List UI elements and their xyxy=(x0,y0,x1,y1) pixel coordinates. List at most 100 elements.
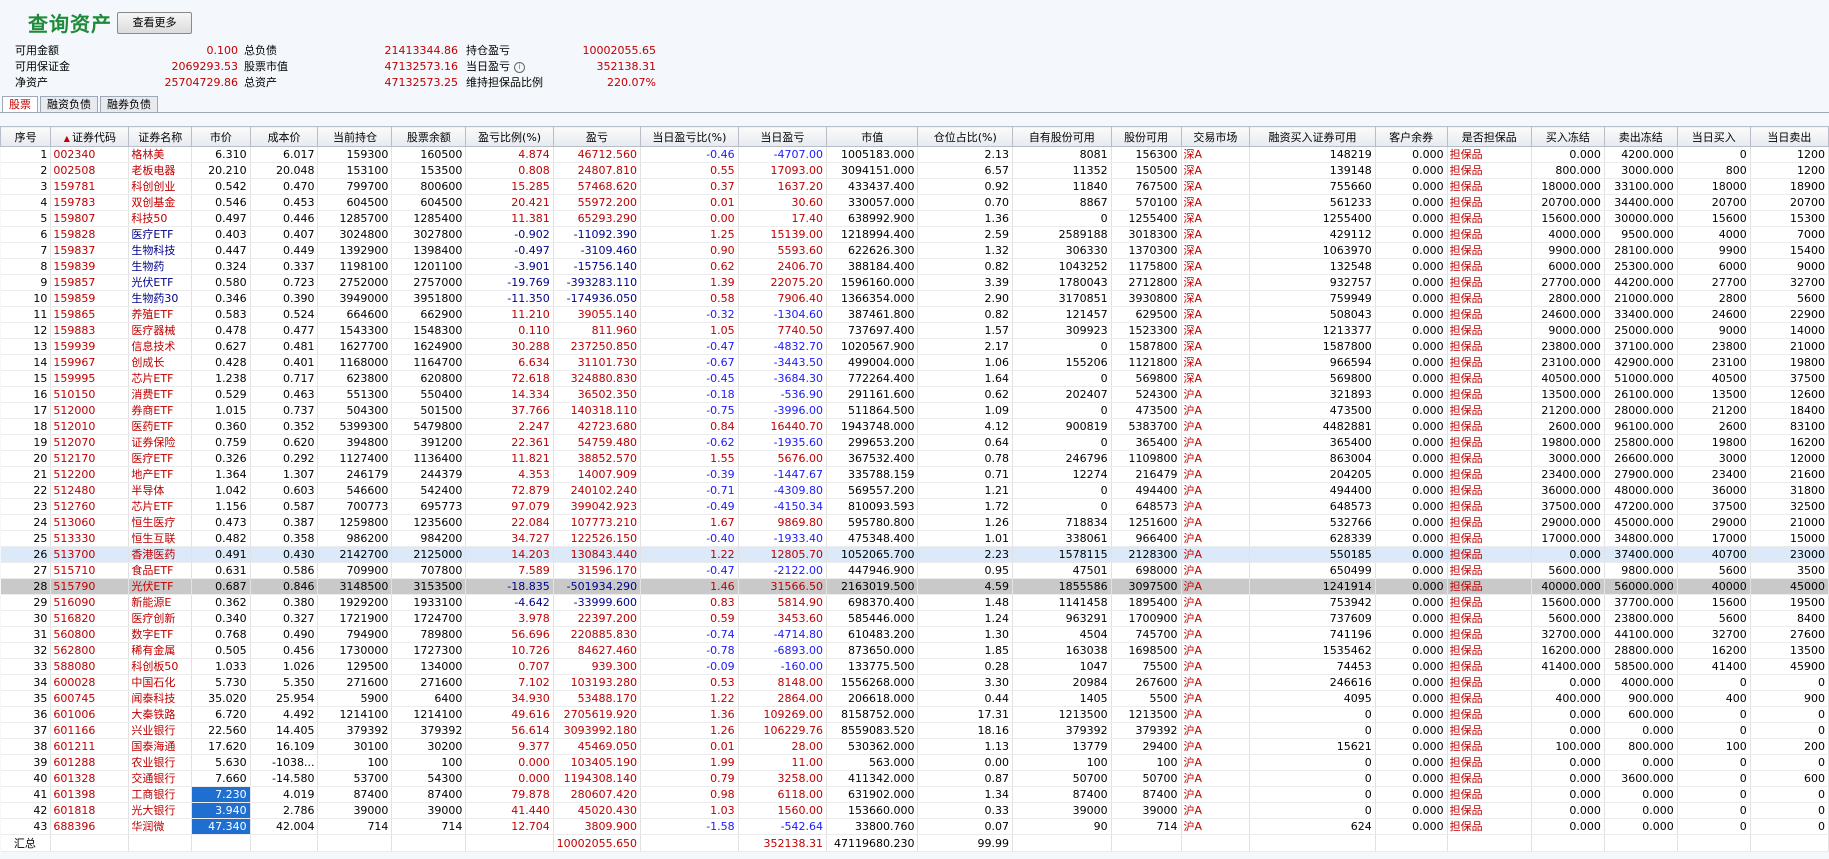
cell-股份可用: 648573 xyxy=(1111,498,1182,515)
table-row[interactable]: 12 159883 医疗器械 0.478 0.477 1543300 1548300 0.11… xyxy=(0,322,1829,339)
table-row[interactable]: 1 002340 格林美 6.310 6.017 159300 160500 4.874 467… xyxy=(0,146,1829,163)
cell-股份可用: 267600 xyxy=(1111,674,1182,691)
cell-成本价: 0.327 xyxy=(250,610,319,627)
column-header[interactable]: 客户余券 xyxy=(1374,126,1448,147)
table-row[interactable]: 6 159828 医疗ETF 0.403 0.407 3024800 3027800 -0.9… xyxy=(0,226,1829,243)
column-header[interactable]: 当日买入 xyxy=(1676,126,1751,147)
view-more-button[interactable]: 查看更多 xyxy=(117,12,192,34)
table-row[interactable]: 35 600745 闻泰科技 35.020 25.954 5900 6400 34.930 53… xyxy=(0,690,1829,707)
table-row[interactable]: 10 159859 生物药30 0.346 0.390 3949000 3951800 -11… xyxy=(0,290,1829,307)
column-header[interactable]: 股票余额 xyxy=(391,126,467,147)
table-row[interactable]: 26 513700 香港医药 0.491 0.430 2142700 2125000 14.2… xyxy=(0,546,1829,563)
table-row[interactable]: 41 601398 工商银行 7.230 4.019 87400 87400 79.878 28… xyxy=(0,786,1829,803)
table-row[interactable]: 7 159837 生物科技 0.447 0.449 1392900 1398400 -0.49… xyxy=(0,242,1829,259)
table-row[interactable]: 43 688396 华润微 47.340 42.004 714 714 12.704 3809.… xyxy=(0,818,1829,835)
table-row[interactable]: 18 512010 医药ETF 0.360 0.352 5399300 5479800 2.2… xyxy=(0,418,1829,435)
table-row[interactable]: 9 159857 光伏ETF 0.580 0.723 2752000 2757000 -19.… xyxy=(0,274,1829,291)
column-header[interactable]: 卖出冻结 xyxy=(1603,126,1678,147)
column-header[interactable]: 仓位占比(%) xyxy=(917,126,1013,147)
table-row[interactable]: 30 516820 医疗创新 0.340 0.327 1721900 1724700 3.97… xyxy=(0,610,1829,627)
cell-市值: 810093.593 xyxy=(826,498,919,515)
tab-1[interactable]: 融资负债 xyxy=(40,96,98,112)
column-header[interactable]: 当日卖出 xyxy=(1749,126,1829,147)
table-row[interactable]: 28 515790 光伏ETF 0.687 0.846 3148500 3153500 -18… xyxy=(0,578,1829,595)
cell-是否担保品: 担保品 xyxy=(1447,594,1532,611)
table-row[interactable]: 38 601211 国泰海通 17.620 16.109 30100 30200 9.377 4… xyxy=(0,738,1829,755)
cell-当日卖出: 32700 xyxy=(1750,274,1829,291)
table-row[interactable]: 37 601166 兴业银行 22.560 14.405 379392 379392 56.6… xyxy=(0,722,1829,739)
cell-融资买入证券可用: 755660 xyxy=(1249,178,1376,195)
column-header[interactable]: 自有股份可用 xyxy=(1012,126,1112,147)
info-icon[interactable]: i xyxy=(514,61,525,73)
column-header[interactable]: 盈亏比例(%) xyxy=(465,126,554,147)
table-row[interactable]: 25 513330 恒生互联 0.482 0.358 986200 984200 34.727… xyxy=(0,530,1829,547)
table-row[interactable]: 8 159839 生物药 0.324 0.337 1198100 1201100 -3.901… xyxy=(0,258,1829,275)
table-row[interactable]: 2 002508 老板电器 20.210 20.048 153100 153500 0.808… xyxy=(0,162,1829,179)
column-header[interactable]: 市价 xyxy=(191,126,251,147)
column-header[interactable]: 融资买入证券可用 xyxy=(1249,126,1376,147)
table-row[interactable]: 36 601006 大秦铁路 6.720 4.492 1214100 1214100 49.6… xyxy=(0,706,1829,723)
table-row[interactable]: 13 159939 信息技术 0.627 0.481 1627700 1624900 30.2… xyxy=(0,338,1829,355)
cell-当日买入: 36000 xyxy=(1677,482,1751,499)
table-row[interactable]: 5 159807 科技50 0.497 0.446 1285700 1285400 11.38… xyxy=(0,210,1829,227)
column-header[interactable]: 是否担保品 xyxy=(1446,126,1532,147)
summary-value: 220.07% xyxy=(607,76,656,89)
table-row[interactable]: 24 513060 恒生医疗 0.473 0.387 1259800 1235600 22.0… xyxy=(0,514,1829,531)
table-row[interactable]: 40 601328 交通银行 7.660 -14.580 53700 54300 0.000 1… xyxy=(0,770,1829,787)
table-row[interactable]: 3 159781 科创创业 0.542 0.470 799700 800600 15.285 5… xyxy=(0,178,1829,195)
cell-当日盈亏比(%): 0.55 xyxy=(640,162,739,179)
cell-当日卖出: 0 xyxy=(1750,786,1829,803)
cell-客户余券: 0.000 xyxy=(1375,754,1448,771)
table-row[interactable]: 39 601288 农业银行 5.630 -1038... 100 100 0.000 1034… xyxy=(0,754,1829,771)
cell-当前持仓: 709900 xyxy=(317,562,393,579)
column-header[interactable]: 市值 xyxy=(826,126,919,147)
cell-仓位占比(%): 1.01 xyxy=(917,530,1013,547)
column-header[interactable]: 成本价 xyxy=(249,126,319,147)
table-row[interactable]: 42 601818 光大银行 3.940 2.786 39000 39000 41.440 45… xyxy=(0,802,1829,819)
cell-股份可用: 569800 xyxy=(1111,370,1182,387)
cell-客户余券: 0.000 xyxy=(1375,450,1448,467)
cell-当日买入: 23100 xyxy=(1677,354,1751,371)
column-header[interactable]: 买入冻结 xyxy=(1530,126,1605,147)
table-row[interactable]: 20 512170 医疗ETF 0.326 0.292 1127400 1136400 11.… xyxy=(0,450,1829,467)
column-header[interactable]: 当日盈亏比(%) xyxy=(640,126,739,147)
cell-序号: 22 xyxy=(0,482,52,499)
cell-盈亏: 55972.200 xyxy=(553,194,642,211)
column-header[interactable]: 交易市场 xyxy=(1180,126,1251,147)
cell-盈亏: 65293.290 xyxy=(553,210,642,227)
table-row[interactable]: 33 588080 科创板50 1.033 1.026 129500 134000 0.707… xyxy=(0,658,1829,675)
table-row[interactable]: 31 560800 数字ETF 0.768 0.490 794900 789800 56.69… xyxy=(0,626,1829,643)
column-header[interactable]: ▲ 证券代码 xyxy=(50,126,130,147)
table-row[interactable]: 14 159967 创成长 0.428 0.401 1168000 1164700 6.634… xyxy=(0,354,1829,371)
table-row[interactable]: 22 512480 半导体 1.042 0.603 546600 542400 72.879 2… xyxy=(0,482,1829,499)
cell-证券代码: 601818 xyxy=(50,802,130,819)
table-row[interactable]: 19 512070 证券保险 0.759 0.620 394800 391200 22.361… xyxy=(0,434,1829,451)
table-row[interactable]: 11 159865 养殖ETF 0.583 0.524 664600 662900 11.21… xyxy=(0,306,1829,323)
cell-盈亏: 103193.280 xyxy=(553,674,642,691)
column-header[interactable]: 股份可用 xyxy=(1110,126,1182,147)
cell-股份可用: 379392 xyxy=(1111,722,1182,739)
sort-up-icon[interactable]: ▲ xyxy=(64,134,70,143)
column-header[interactable]: 证券名称 xyxy=(128,126,193,147)
table-row[interactable]: 23 512760 芯片ETF 1.156 0.587 700773 695773 97.07… xyxy=(0,498,1829,515)
cell-成本价: 0.620 xyxy=(250,434,319,451)
column-header[interactable]: 盈亏 xyxy=(552,126,642,147)
column-header[interactable]: 当前持仓 xyxy=(317,126,393,147)
cell-自有股份可用: 121457 xyxy=(1012,306,1112,323)
cell-自有股份可用: 3170851 xyxy=(1012,290,1112,307)
table-row[interactable]: 16 510150 消费ETF 0.529 0.463 551300 550400 14.33… xyxy=(0,386,1829,403)
cell-仓位占比(%): 1.30 xyxy=(917,626,1013,643)
tab-0[interactable]: 股票 xyxy=(2,96,38,112)
table-row[interactable]: 17 512000 券商ETF 1.015 0.737 504300 501500 37.76… xyxy=(0,402,1829,419)
column-header[interactable]: 当日盈亏 xyxy=(737,126,828,147)
table-row[interactable]: 32 562800 稀有金属 0.505 0.456 1730000 1727300 10.7… xyxy=(0,642,1829,659)
table-row[interactable]: 27 515710 食品ETF 0.631 0.586 709900 707800 7.589… xyxy=(0,562,1829,579)
table-row[interactable]: 15 159995 芯片ETF 1.238 0.717 623800 620800 72.61… xyxy=(0,370,1829,387)
tab-2[interactable]: 融券负债 xyxy=(100,96,158,112)
table-row[interactable]: 21 512200 地产ETF 1.364 1.307 246179 244379 4.353… xyxy=(0,466,1829,483)
table-row[interactable]: 4 159783 双创基金 0.546 0.453 604500 604500 20.421 5… xyxy=(0,194,1829,211)
column-header[interactable]: 序号 xyxy=(0,126,52,147)
cell-当日卖出: 8400 xyxy=(1750,610,1829,627)
table-row[interactable]: 29 516090 新能源E 0.362 0.380 1929200 1933100 -4.6… xyxy=(0,594,1829,611)
table-row[interactable]: 34 600028 中国石化 5.730 5.350 271600 271600 7.102 1… xyxy=(0,674,1829,691)
